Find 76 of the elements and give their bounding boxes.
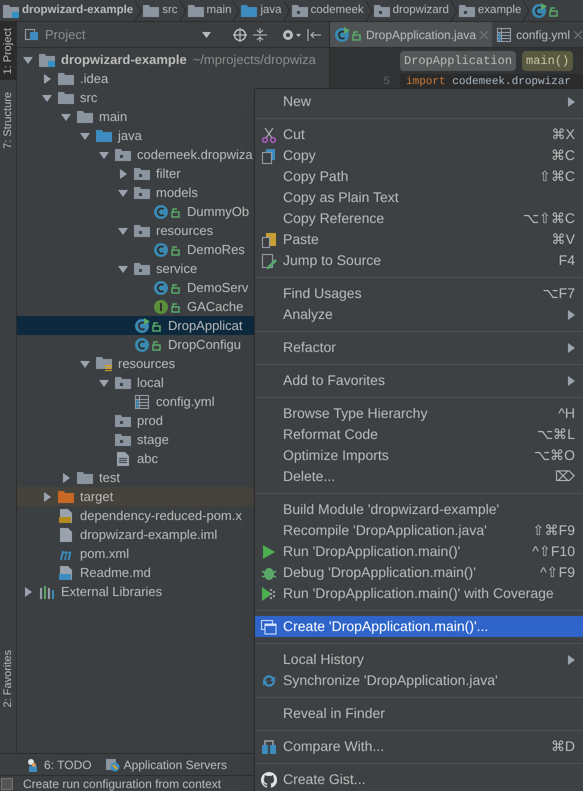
shortcut-label: ^⇧F9: [540, 563, 575, 582]
menu-item-label: Refactor: [283, 338, 336, 357]
tree-item-label: DropConfigu: [168, 336, 241, 354]
shortcut-label: ⌘C: [550, 146, 575, 165]
shortcut-label: ⌘X: [552, 125, 575, 144]
menu-item-label: Synchronize 'DropApplication.java': [283, 671, 498, 690]
menu-item-label: Paste: [283, 230, 319, 249]
menu-item-label: Find Usages: [283, 284, 362, 303]
tree-item-label: DemoServ: [187, 278, 248, 297]
menu-item-label: Recompile 'DropApplication.java': [283, 521, 487, 540]
shortcut-label: ⌦: [555, 467, 575, 486]
menu-item-label: Run 'DropApplication.main()' with Coverage: [283, 584, 554, 603]
shortcut-label: ⌘D: [550, 737, 575, 756]
tree-item-label: DropApplicat: [168, 316, 242, 335]
tree-item-label: dropwizard-example.iml: [80, 526, 218, 544]
menu-item-label: Create Gist...: [283, 770, 366, 789]
shortcut-label: F4: [558, 251, 575, 270]
shortcut-label: ^H: [558, 404, 575, 423]
menu-item-label: Local History: [283, 650, 364, 669]
shortcut-label: ⌘V: [552, 230, 575, 249]
status-message: Create run configuration from context: [23, 778, 222, 790]
tree-item-label: DemoRes: [187, 240, 245, 259]
menu-item-label: Optimize Imports: [283, 446, 389, 465]
project-path: ~/mprojects/dropwiza: [192, 50, 316, 69]
shortcut-label: ⌥⌘O: [534, 446, 575, 465]
tree-item-label: test: [99, 468, 120, 487]
menu-item-label: Copy Path: [283, 167, 348, 186]
tree-item-label: filter: [156, 164, 181, 183]
tree-item-label: pom.xml: [80, 544, 130, 563]
tree-item-label: GACache: [187, 298, 244, 316]
shortcut-label: ⇧⌘C: [538, 167, 575, 186]
shortcut-label: ⇧⌘F9: [532, 521, 575, 540]
tree-item-label: service: [156, 260, 198, 278]
tree-item-label: .idea: [80, 70, 108, 88]
side-tab-label: 1: Project: [0, 28, 15, 74]
tree-item-label: codemeek.dropwiza: [137, 146, 253, 164]
shortcut-label: ⌥⌘L: [537, 425, 575, 444]
tree-item-label: resources: [156, 222, 214, 240]
tree-item-label: Readme.md: [80, 564, 151, 582]
menu-item-label: Browse Type Hierarchy: [283, 404, 428, 423]
menu-item-label: Reveal in Finder: [283, 704, 385, 723]
panel-title: Project: [45, 26, 86, 44]
tree-item-label: External Libraries: [61, 582, 162, 601]
side-tab-label: 2: Favorites: [0, 650, 15, 707]
menu-item-label: Run 'DropApplication.main()': [283, 542, 460, 561]
menu-item-label: Jump to Source: [283, 251, 382, 270]
menu-item-label: Add to Favorites: [283, 371, 385, 390]
tree-item-label: java: [118, 126, 142, 145]
tree-item-label: src: [80, 88, 98, 107]
menu-item-label: New: [283, 92, 312, 111]
shortcut-label: ⌥⇧⌘C: [522, 209, 575, 228]
side-tab-label: 7: Structure: [0, 92, 15, 150]
menu-item-label: Reformat Code: [283, 425, 378, 444]
menu-item-label: Copy as Plain Text: [283, 188, 399, 207]
menu-item-label: Copy Reference: [283, 209, 384, 228]
tree-item-label: resources: [118, 354, 176, 373]
tree-item-label: prod: [137, 412, 164, 430]
tree-item-label: dependency-reduced-pom.x: [80, 506, 242, 525]
tree-item-label: abc: [137, 450, 158, 468]
tree-item-label: dropwizard-example: [61, 50, 187, 69]
shortcut-label: ⌥F7: [542, 284, 575, 303]
menu-item-label: Debug 'DropApplication.main()': [283, 563, 476, 582]
menu-item-label: Create 'DropApplication.main()'...: [283, 617, 488, 636]
tree-item-label: target: [80, 488, 114, 506]
tree-item-label: models: [156, 184, 198, 202]
tree-item-label: DummyOb: [187, 202, 250, 221]
menu-item-label: Delete...: [283, 467, 336, 486]
tree-item-label: local: [137, 374, 164, 392]
menu-item-label: Copy: [283, 146, 316, 165]
code-line: import codemeek.dropwizar: [405, 74, 572, 90]
tree-item-label: config.yml: [156, 392, 215, 411]
menu-item-label: Compare With...: [283, 737, 384, 756]
tree-item-label: stage: [137, 430, 169, 449]
menu-item-label: Cut: [283, 125, 305, 144]
tree-item-label: main: [99, 108, 128, 126]
shortcut-label: ^⇧F10: [532, 542, 575, 561]
